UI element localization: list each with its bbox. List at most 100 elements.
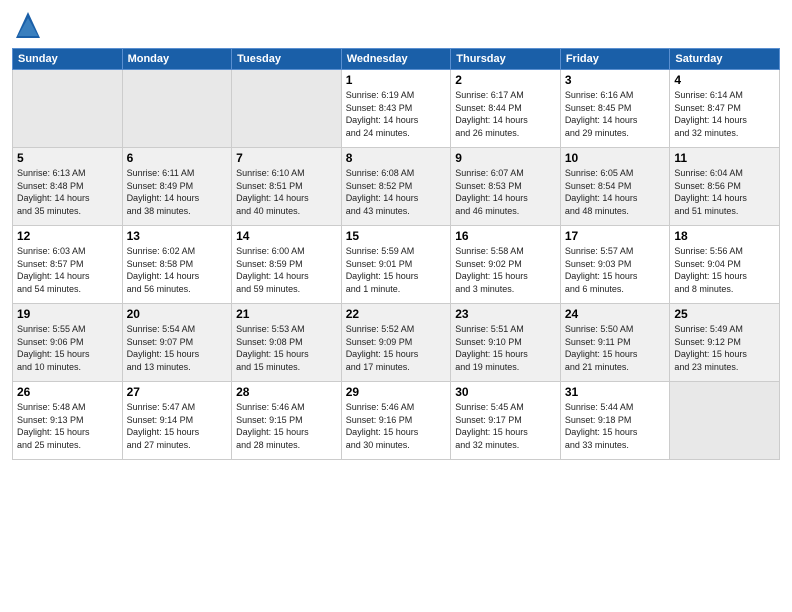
day-info: Sunrise: 5:44 AM Sunset: 9:18 PM Dayligh… bbox=[565, 401, 666, 451]
day-info: Sunrise: 5:47 AM Sunset: 9:14 PM Dayligh… bbox=[127, 401, 228, 451]
calendar-cell: 19Sunrise: 5:55 AM Sunset: 9:06 PM Dayli… bbox=[13, 304, 123, 382]
day-number: 16 bbox=[455, 229, 556, 243]
day-number: 18 bbox=[674, 229, 775, 243]
weekday-header: Tuesday bbox=[232, 49, 342, 70]
day-number: 12 bbox=[17, 229, 118, 243]
day-number: 24 bbox=[565, 307, 666, 321]
weekday-header: Saturday bbox=[670, 49, 780, 70]
day-info: Sunrise: 5:45 AM Sunset: 9:17 PM Dayligh… bbox=[455, 401, 556, 451]
logo bbox=[12, 10, 42, 42]
calendar-cell: 26 Sunrise: 5:48 AM Sunset: 9:13 PM Dayli… bbox=[13, 382, 123, 460]
day-number: 31 bbox=[565, 385, 666, 399]
day-info: Sunrise: 5:46 AM Sunset: 9:15 PM Dayligh… bbox=[236, 401, 337, 451]
calendar-cell: 17Sunrise: 5:57 AM Sunset: 9:03 PM Dayli… bbox=[560, 226, 670, 304]
day-info: Sunrise: 6:13 AM Sunset: 8:48 PM Dayligh… bbox=[17, 167, 118, 217]
calendar-cell: 11 Sunrise: 6:04 AM Sunset: 8:56 PM Dayli… bbox=[670, 148, 780, 226]
day-info: Sunrise: 5:48 AM Sunset: 9:13 PM Dayligh… bbox=[17, 401, 118, 451]
day-info: Sunrise: 6:02 AM Sunset: 8:58 PM Dayligh… bbox=[127, 245, 228, 295]
day-info: Sunrise: 6:04 AM Sunset: 8:56 PM Dayligh… bbox=[674, 167, 775, 217]
day-number: 7 bbox=[236, 151, 337, 165]
day-info: Sunrise: 5:50 AM Sunset: 9:11 PM Dayligh… bbox=[565, 323, 666, 373]
calendar-cell: 8 Sunrise: 6:08 AM Sunset: 8:52 PM Daylig… bbox=[341, 148, 451, 226]
calendar: SundayMondayTuesdayWednesdayThursdayFrid… bbox=[12, 48, 780, 460]
day-number: 23 bbox=[455, 307, 556, 321]
calendar-cell: 29 Sunrise: 5:46 AM Sunset: 9:16 PM Dayli… bbox=[341, 382, 451, 460]
day-info: Sunrise: 5:53 AM Sunset: 9:08 PM Dayligh… bbox=[236, 323, 337, 373]
weekday-header: Thursday bbox=[451, 49, 561, 70]
calendar-cell: 3 Sunrise: 6:16 AM Sunset: 8:45 PM Daylig… bbox=[560, 70, 670, 148]
day-number: 21 bbox=[236, 307, 337, 321]
day-info: Sunrise: 6:07 AM Sunset: 8:53 PM Dayligh… bbox=[455, 167, 556, 217]
calendar-cell bbox=[670, 382, 780, 460]
day-number: 30 bbox=[455, 385, 556, 399]
day-info: Sunrise: 5:55 AM Sunset: 9:06 PM Dayligh… bbox=[17, 323, 118, 373]
calendar-cell: 4 Sunrise: 6:14 AM Sunset: 8:47 PM Daylig… bbox=[670, 70, 780, 148]
weekday-header: Wednesday bbox=[341, 49, 451, 70]
day-info: Sunrise: 5:52 AM Sunset: 9:09 PM Dayligh… bbox=[346, 323, 447, 373]
day-info: Sunrise: 5:56 AM Sunset: 9:04 PM Dayligh… bbox=[674, 245, 775, 295]
day-number: 22 bbox=[346, 307, 447, 321]
day-number: 9 bbox=[455, 151, 556, 165]
day-number: 29 bbox=[346, 385, 447, 399]
day-info: Sunrise: 5:49 AM Sunset: 9:12 PM Dayligh… bbox=[674, 323, 775, 373]
calendar-cell: 12 Sunrise: 6:03 AM Sunset: 8:57 PM Dayli… bbox=[13, 226, 123, 304]
calendar-cell bbox=[13, 70, 123, 148]
day-number: 26 bbox=[17, 385, 118, 399]
calendar-cell: 16 Sunrise: 5:58 AM Sunset: 9:02 PM Dayli… bbox=[451, 226, 561, 304]
calendar-cell: 31 Sunrise: 5:44 AM Sunset: 9:18 PM Dayli… bbox=[560, 382, 670, 460]
day-number: 15 bbox=[346, 229, 447, 243]
day-info: Sunrise: 6:17 AM Sunset: 8:44 PM Dayligh… bbox=[455, 89, 556, 139]
day-info: Sunrise: 5:57 AM Sunset: 9:03 PM Dayligh… bbox=[565, 245, 666, 295]
logo-icon bbox=[14, 10, 42, 42]
day-number: 4 bbox=[674, 73, 775, 87]
calendar-cell: 15 Sunrise: 5:59 AM Sunset: 9:01 PM Dayli… bbox=[341, 226, 451, 304]
calendar-cell: 13Sunrise: 6:02 AM Sunset: 8:58 PM Dayli… bbox=[122, 226, 232, 304]
calendar-cell: 21 Sunrise: 5:53 AM Sunset: 9:08 PM Dayli… bbox=[232, 304, 342, 382]
calendar-cell: 28 Sunrise: 5:46 AM Sunset: 9:15 PM Dayli… bbox=[232, 382, 342, 460]
day-number: 6 bbox=[127, 151, 228, 165]
day-info: Sunrise: 5:54 AM Sunset: 9:07 PM Dayligh… bbox=[127, 323, 228, 373]
day-info: Sunrise: 5:51 AM Sunset: 9:10 PM Dayligh… bbox=[455, 323, 556, 373]
day-number: 20 bbox=[127, 307, 228, 321]
header bbox=[12, 10, 780, 42]
calendar-cell bbox=[232, 70, 342, 148]
day-number: 8 bbox=[346, 151, 447, 165]
day-number: 2 bbox=[455, 73, 556, 87]
day-info: Sunrise: 6:16 AM Sunset: 8:45 PM Dayligh… bbox=[565, 89, 666, 139]
day-number: 3 bbox=[565, 73, 666, 87]
day-info: Sunrise: 6:05 AM Sunset: 8:54 PM Dayligh… bbox=[565, 167, 666, 217]
day-number: 11 bbox=[674, 151, 775, 165]
weekday-header: Friday bbox=[560, 49, 670, 70]
calendar-cell: 24 Sunrise: 5:50 AM Sunset: 9:11 PM Dayli… bbox=[560, 304, 670, 382]
weekday-header: Sunday bbox=[13, 49, 123, 70]
calendar-cell: 25 Sunrise: 5:49 AM Sunset: 9:12 PM Dayli… bbox=[670, 304, 780, 382]
day-info: Sunrise: 5:59 AM Sunset: 9:01 PM Dayligh… bbox=[346, 245, 447, 295]
calendar-cell: 10 Sunrise: 6:05 AM Sunset: 8:54 PM Dayli… bbox=[560, 148, 670, 226]
day-number: 10 bbox=[565, 151, 666, 165]
day-info: Sunrise: 6:08 AM Sunset: 8:52 PM Dayligh… bbox=[346, 167, 447, 217]
day-number: 28 bbox=[236, 385, 337, 399]
calendar-cell: 23 Sunrise: 5:51 AM Sunset: 9:10 PM Dayli… bbox=[451, 304, 561, 382]
calendar-cell: 22 Sunrise: 5:52 AM Sunset: 9:09 PM Dayli… bbox=[341, 304, 451, 382]
calendar-cell: 7 Sunrise: 6:10 AM Sunset: 8:51 PM Daylig… bbox=[232, 148, 342, 226]
weekday-header: Monday bbox=[122, 49, 232, 70]
calendar-cell: 27Sunrise: 5:47 AM Sunset: 9:14 PM Dayli… bbox=[122, 382, 232, 460]
calendar-cell: 2 Sunrise: 6:17 AM Sunset: 8:44 PM Daylig… bbox=[451, 70, 561, 148]
calendar-cell: 18 Sunrise: 5:56 AM Sunset: 9:04 PM Dayli… bbox=[670, 226, 780, 304]
calendar-cell: 6 Sunrise: 6:11 AM Sunset: 8:49 PM Daylig… bbox=[122, 148, 232, 226]
calendar-cell: 20 Sunrise: 5:54 AM Sunset: 9:07 PM Dayli… bbox=[122, 304, 232, 382]
day-info: Sunrise: 6:14 AM Sunset: 8:47 PM Dayligh… bbox=[674, 89, 775, 139]
day-info: Sunrise: 5:58 AM Sunset: 9:02 PM Dayligh… bbox=[455, 245, 556, 295]
calendar-cell: 1Sunrise: 6:19 AM Sunset: 8:43 PM Daylig… bbox=[341, 70, 451, 148]
day-info: Sunrise: 5:46 AM Sunset: 9:16 PM Dayligh… bbox=[346, 401, 447, 451]
day-info: Sunrise: 6:11 AM Sunset: 8:49 PM Dayligh… bbox=[127, 167, 228, 217]
calendar-cell: 5Sunrise: 6:13 AM Sunset: 8:48 PM Daylig… bbox=[13, 148, 123, 226]
day-info: Sunrise: 6:03 AM Sunset: 8:57 PM Dayligh… bbox=[17, 245, 118, 295]
day-info: Sunrise: 6:10 AM Sunset: 8:51 PM Dayligh… bbox=[236, 167, 337, 217]
day-info: Sunrise: 6:00 AM Sunset: 8:59 PM Dayligh… bbox=[236, 245, 337, 295]
page: SundayMondayTuesdayWednesdayThursdayFrid… bbox=[0, 0, 792, 612]
day-number: 25 bbox=[674, 307, 775, 321]
day-number: 14 bbox=[236, 229, 337, 243]
day-info: Sunrise: 6:19 AM Sunset: 8:43 PM Dayligh… bbox=[346, 89, 447, 139]
calendar-cell: 9 Sunrise: 6:07 AM Sunset: 8:53 PM Daylig… bbox=[451, 148, 561, 226]
